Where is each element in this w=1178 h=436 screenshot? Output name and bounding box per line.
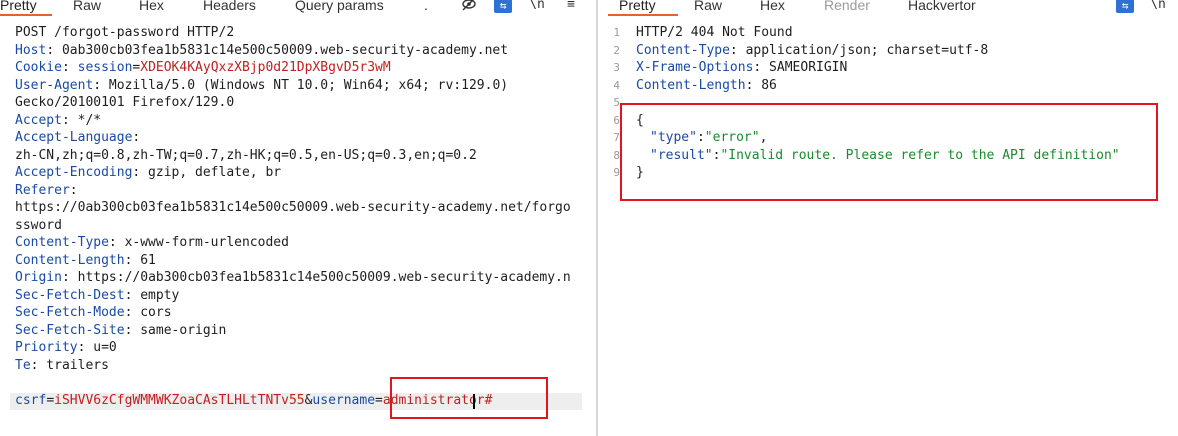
response-pane: Pretty Raw Hex Render Hackvertor ⇆ \n 1 … <box>598 0 1178 436</box>
request-line: POST /forgot-password HTTP/2 <box>15 25 235 40</box>
header-cookie: Cookie: session=XDEOK4KAyQxzXBjp0d21DpXB… <box>15 60 391 75</box>
header-sec-fetch-dest: Sec-Fetch-Dest: empty <box>15 287 180 303</box>
line-number: 6 <box>613 113 620 127</box>
tab-pretty[interactable]: Pretty <box>619 0 656 14</box>
line-number: 7 <box>613 131 620 144</box>
header-content-length: Content-Length: 86 <box>636 77 777 93</box>
tab-headers[interactable]: Headers <box>203 0 256 14</box>
header-sec-fetch-site: Sec-Fetch-Site: same-origin <box>15 322 227 338</box>
line-number: 2 <box>613 43 620 57</box>
annotation-box-username <box>390 377 548 419</box>
request-editor[interactable]: POST /forgot-password HTTP/2 Host: 0ab30… <box>0 14 596 436</box>
response-editor[interactable]: 1 2 3 4 5 6 7 8 9 HTTP/2 404 Not Found C… <box>598 14 1178 436</box>
header-referer: Referer: <box>15 182 78 198</box>
line-number: 3 <box>613 61 620 74</box>
newline-toggle[interactable]: \n <box>529 0 545 13</box>
tab-pretty[interactable]: Pretty <box>0 0 37 14</box>
line-number: 9 <box>613 166 620 179</box>
header-content-length: Content-Length: 61 <box>15 252 156 268</box>
header-priority: Priority: u=0 <box>15 340 117 355</box>
tab-query-params[interactable]: Query params <box>295 0 384 14</box>
wrap-icon[interactable]: ⇆ <box>1116 0 1134 13</box>
hamburger-menu-icon[interactable]: ≡ <box>563 0 579 13</box>
line-number: 4 <box>613 78 620 92</box>
header-continuation: zh-CN,zh;q=0.8,zh-TW;q=0.7,zh-HK;q=0.5,e… <box>15 147 477 163</box>
line-number: 1 <box>613 26 620 39</box>
annotation-box-response-body <box>620 103 1158 201</box>
header-host: Host: 0ab300cb03fea1b5831c14e500c50009.w… <box>15 42 509 58</box>
header-accept: Accept: */* <box>15 112 102 128</box>
header-origin: Origin: https://0ab300cb03fea1b5831c14e5… <box>15 270 571 285</box>
header-continuation: https://0ab300cb03fea1b5831c14e500c50009… <box>15 200 571 215</box>
request-tabbar: Pretty Raw Hex Headers Query params . ⇆ … <box>0 0 596 16</box>
header-accept-language: Accept-Language: <box>15 130 141 145</box>
line-number: 5 <box>613 96 620 109</box>
header-te: Te: trailers <box>15 357 109 373</box>
tab-raw[interactable]: Raw <box>73 0 101 14</box>
tab-hex[interactable]: Hex <box>139 0 164 14</box>
tab-overflow[interactable]: . <box>424 0 428 14</box>
header-accept-encoding: Accept-Encoding: gzip, deflate, br <box>15 165 282 180</box>
header-sec-fetch-mode: Sec-Fetch-Mode: cors <box>15 305 172 320</box>
header-x-frame-options: X-Frame-Options: SAMEORIGIN <box>636 60 848 75</box>
header-content-type: Content-Type: application/json; charset=… <box>636 42 989 58</box>
header-continuation: Gecko/20100101 Firefox/129.0 <box>15 95 235 110</box>
wrap-icon[interactable]: ⇆ <box>494 0 512 13</box>
header-content-type: Content-Type: x-www-form-urlencoded <box>15 235 289 250</box>
tab-raw[interactable]: Raw <box>694 0 722 14</box>
tab-hex[interactable]: Hex <box>760 0 785 14</box>
header-continuation: ssword <box>15 217 62 233</box>
request-pane: Pretty Raw Hex Headers Query params . ⇆ … <box>0 0 596 436</box>
newline-toggle[interactable]: \n <box>1150 0 1166 13</box>
line-number: 8 <box>613 148 620 162</box>
eye-slash-icon[interactable] <box>460 0 478 13</box>
status-line: HTTP/2 404 Not Found <box>636 25 793 40</box>
response-tabbar: Pretty Raw Hex Render Hackvertor ⇆ \n <box>598 0 1178 16</box>
tab-hackvertor[interactable]: Hackvertor <box>908 0 976 14</box>
tab-render[interactable]: Render <box>824 0 870 14</box>
header-user-agent: User-Agent: Mozilla/5.0 (Windows NT 10.0… <box>15 77 509 93</box>
